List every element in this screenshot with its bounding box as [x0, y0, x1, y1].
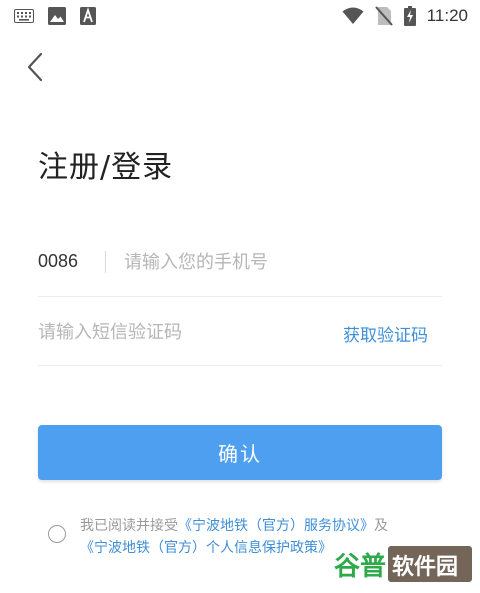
phone-divider [105, 251, 106, 273]
wifi-icon [342, 7, 364, 25]
agreement-joiner: 及 [374, 518, 388, 534]
keyboard-icon [14, 9, 34, 23]
no-sim-icon [374, 6, 393, 26]
agree-radio[interactable] [48, 525, 66, 543]
service-agreement-link[interactable]: 《宁波地铁（官方）服务协议》 [178, 518, 374, 534]
status-bar-left [14, 7, 96, 25]
status-time: 11:20 [426, 6, 468, 25]
country-code[interactable]: 0086 [38, 251, 78, 272]
image-icon [48, 7, 66, 25]
page-title: 注册/登录 [38, 150, 174, 185]
svg-text:软件园: 软件园 [392, 554, 458, 580]
phone-input[interactable] [124, 244, 434, 280]
back-button[interactable] [22, 50, 52, 84]
confirm-button[interactable]: 确认 [38, 425, 442, 480]
phone-row: 0086 [38, 234, 442, 297]
privacy-policy-link[interactable]: 《宁波地铁（官方）个人信息保护政策》 [80, 540, 332, 556]
chevron-left-icon [27, 52, 43, 82]
get-code-button[interactable]: 获取验证码 [343, 321, 428, 346]
status-bar-right: 11:20 [342, 6, 468, 26]
agreement-prefix: 我已阅读并接受 [80, 518, 178, 534]
battery-charging-icon [403, 6, 416, 26]
font-a-icon [80, 7, 96, 25]
code-row: 获取验证码 [38, 302, 442, 366]
sms-code-input[interactable] [38, 314, 308, 350]
svg-text:谷普: 谷普 [334, 551, 386, 582]
status-bar: 11:20 [0, 0, 480, 34]
watermark-logo: 谷普 软件园 [330, 544, 472, 584]
